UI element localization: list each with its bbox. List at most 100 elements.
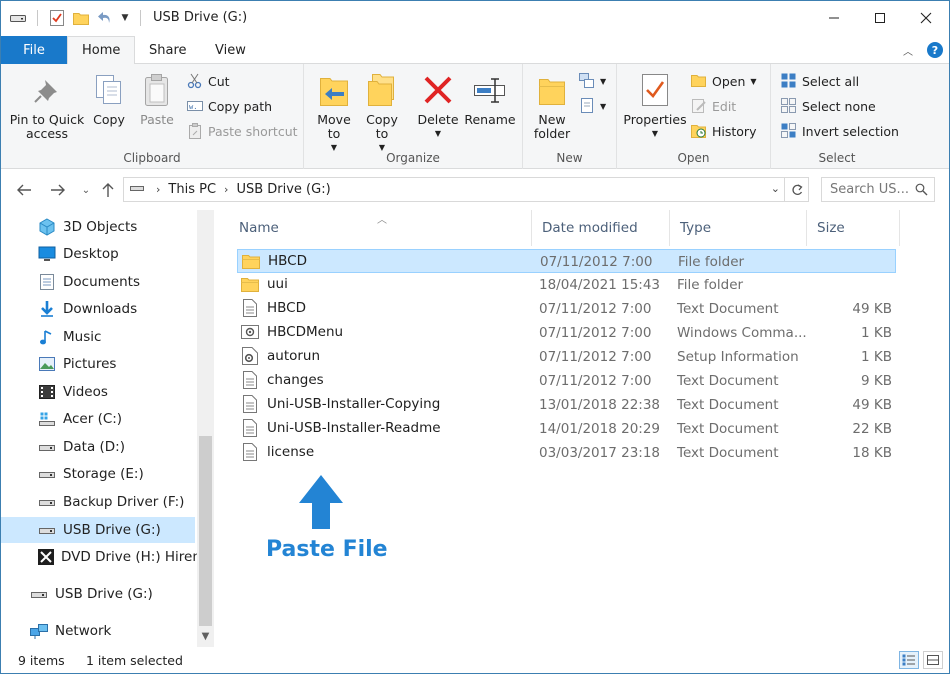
- nav-item-label: Network: [55, 623, 112, 639]
- copy-to-button[interactable]: Copy to ▼: [360, 70, 404, 155]
- nav-item-storage-e[interactable]: Storage (E:): [1, 461, 197, 487]
- file-row[interactable]: license 03/03/2017 23:18 Text Document 18 K…: [237, 441, 896, 465]
- breadcrumb-usb-drive[interactable]: USB Drive (G:): [236, 182, 330, 197]
- copy-path-icon: w.: [187, 98, 203, 114]
- move-to-button[interactable]: Move to ▼: [312, 70, 356, 155]
- open-button[interactable]: Open ▼: [691, 71, 757, 91]
- back-button[interactable]: [13, 180, 35, 200]
- properties-check-icon[interactable]: [48, 9, 66, 27]
- column-header-type[interactable]: Type: [670, 210, 807, 246]
- videos-icon: [37, 382, 57, 402]
- column-header-name[interactable]: Name: [229, 210, 532, 246]
- address-history-chevron-icon[interactable]: ⌄: [771, 182, 780, 195]
- file-row[interactable]: Uni-USB-Installer-Copying 13/01/2018 22:3…: [237, 393, 896, 417]
- pin-quick-access-button[interactable]: Pin to Quick access: [9, 70, 85, 141]
- nav-item-usb-drive-g[interactable]: USB Drive (G:): [1, 517, 195, 543]
- rename-button[interactable]: Rename: [464, 70, 516, 127]
- file-name: changes: [267, 372, 324, 388]
- copy-label: Copy: [93, 112, 125, 127]
- nav-item-3d-objects[interactable]: 3D Objects: [1, 214, 197, 240]
- invert-selection-button[interactable]: Invert selection: [781, 121, 899, 141]
- paste-shortcut-button[interactable]: Paste shortcut: [187, 121, 298, 141]
- nav-item-backup-driver-f[interactable]: Backup Driver (F:): [1, 489, 197, 515]
- ribbon-tabs: File Home Share View ︿ ?: [1, 36, 949, 65]
- nav-item-desktop[interactable]: Desktop: [1, 241, 197, 267]
- new-folder-icon[interactable]: [72, 9, 90, 27]
- breadcrumb-this-pc[interactable]: This PC: [168, 182, 216, 197]
- column-header-size[interactable]: Size: [807, 210, 900, 246]
- file-row[interactable]: HBCD 07/11/2012 7:00 File folder: [237, 249, 896, 273]
- edit-button[interactable]: Edit: [691, 96, 736, 116]
- nav-item-label: Storage (E:): [63, 466, 144, 482]
- help-icon[interactable]: ?: [927, 42, 943, 58]
- nav-item-documents[interactable]: Documents: [1, 269, 197, 295]
- tab-view[interactable]: View: [201, 36, 260, 64]
- up-button[interactable]: [97, 180, 119, 200]
- details-view-icon: [902, 654, 915, 666]
- nav-item-music[interactable]: Music: [1, 324, 197, 350]
- nav-item-downloads[interactable]: Downloads: [1, 296, 197, 322]
- recent-locations-button[interactable]: ⌄: [75, 180, 97, 200]
- file-name-cell: uui: [241, 275, 288, 293]
- nav-item-data-d[interactable]: Data (D:): [1, 434, 197, 460]
- file-name: autorun: [267, 348, 321, 364]
- nav-item-network[interactable]: Network: [1, 618, 197, 644]
- search-input[interactable]: Search US...: [821, 177, 935, 202]
- nav-item-label: DVD Drive (H:) Hiren's: [61, 549, 212, 565]
- file-name: Uni-USB-Installer-Copying: [267, 396, 441, 412]
- minimize-button[interactable]: [811, 1, 857, 35]
- nav-scrollbar-thumb[interactable]: [199, 436, 212, 626]
- file-row[interactable]: Uni-USB-Installer-Readme 14/01/2018 20:29…: [237, 417, 896, 441]
- chevron-down-icon: ▼: [651, 129, 659, 138]
- customize-toolbar-chevron-icon[interactable]: ▼: [120, 9, 130, 27]
- new-folder-button[interactable]: New folder: [529, 70, 575, 141]
- file-row[interactable]: autorun 07/11/2012 7:00 Setup Information 1…: [237, 345, 896, 369]
- copy-path-button[interactable]: w. Copy path: [187, 96, 272, 116]
- nav-scroll-down-chevron-icon[interactable]: ▼: [199, 628, 212, 644]
- nav-item-pictures[interactable]: Pictures: [1, 351, 197, 377]
- nav-item-label: Documents: [63, 274, 140, 290]
- nav-item-dvd-drive-h-hiren-s[interactable]: DVD Drive (H:) Hiren's: [1, 544, 212, 570]
- back-arrow-icon: [17, 184, 31, 196]
- select-all-button[interactable]: Select all: [781, 71, 859, 91]
- tab-file[interactable]: File: [1, 36, 67, 64]
- rename-icon: [472, 70, 508, 110]
- properties-button[interactable]: Properties ▼: [623, 70, 687, 141]
- chevron-down-icon: ▼: [600, 101, 607, 111]
- file-row[interactable]: uui 18/04/2021 15:43 File folder: [237, 273, 896, 297]
- file-name-cell: HBCDMenu: [241, 323, 343, 341]
- refresh-button[interactable]: [784, 178, 808, 201]
- copy-button[interactable]: Copy: [89, 70, 129, 127]
- file-row[interactable]: HBCDMenu 07/11/2012 7:00 Windows Comma... 1…: [237, 321, 896, 345]
- forward-button[interactable]: [47, 180, 69, 200]
- address-bar[interactable]: › This PC › USB Drive (G:) ⌄: [123, 177, 809, 202]
- select-none-button[interactable]: Select none: [781, 96, 876, 116]
- select-none-icon: [781, 98, 797, 114]
- file-row[interactable]: changes 07/11/2012 7:00 Text Document 9 KB: [237, 369, 896, 393]
- selection-count: 1 item selected: [86, 652, 183, 668]
- new-item-button[interactable]: ▼: [579, 71, 606, 91]
- history-button[interactable]: History: [691, 121, 756, 141]
- invert-selection-icon: [781, 123, 797, 139]
- chevron-up-icon[interactable]: ︿: [903, 43, 913, 58]
- nav-item-label: Pictures: [63, 356, 117, 372]
- maximize-button[interactable]: [857, 1, 903, 35]
- details-view-button[interactable]: [899, 651, 919, 669]
- undo-icon[interactable]: [96, 9, 114, 27]
- easy-access-button[interactable]: ▼: [579, 96, 606, 116]
- tab-share[interactable]: Share: [135, 36, 201, 64]
- file-row[interactable]: HBCD 07/11/2012 7:00 Text Document 49 KB: [237, 297, 896, 321]
- cut-button[interactable]: Cut: [187, 71, 230, 91]
- nav-item-videos[interactable]: Videos: [1, 379, 197, 405]
- paste-button[interactable]: Paste: [135, 70, 179, 127]
- tab-home[interactable]: Home: [67, 36, 136, 65]
- history-label: History: [712, 123, 757, 139]
- pin-label: Pin to Quick access: [9, 112, 85, 141]
- nav-item-acer-c[interactable]: Acer (C:): [1, 406, 197, 432]
- nav-item-usb-drive-g[interactable]: USB Drive (G:): [1, 581, 197, 607]
- large-icons-view-button[interactable]: [923, 651, 943, 669]
- copy-icon: [91, 70, 127, 110]
- close-button[interactable]: [903, 1, 949, 35]
- delete-button[interactable]: Delete ▼: [414, 70, 462, 141]
- column-header-date-modified[interactable]: Date modified: [532, 210, 670, 246]
